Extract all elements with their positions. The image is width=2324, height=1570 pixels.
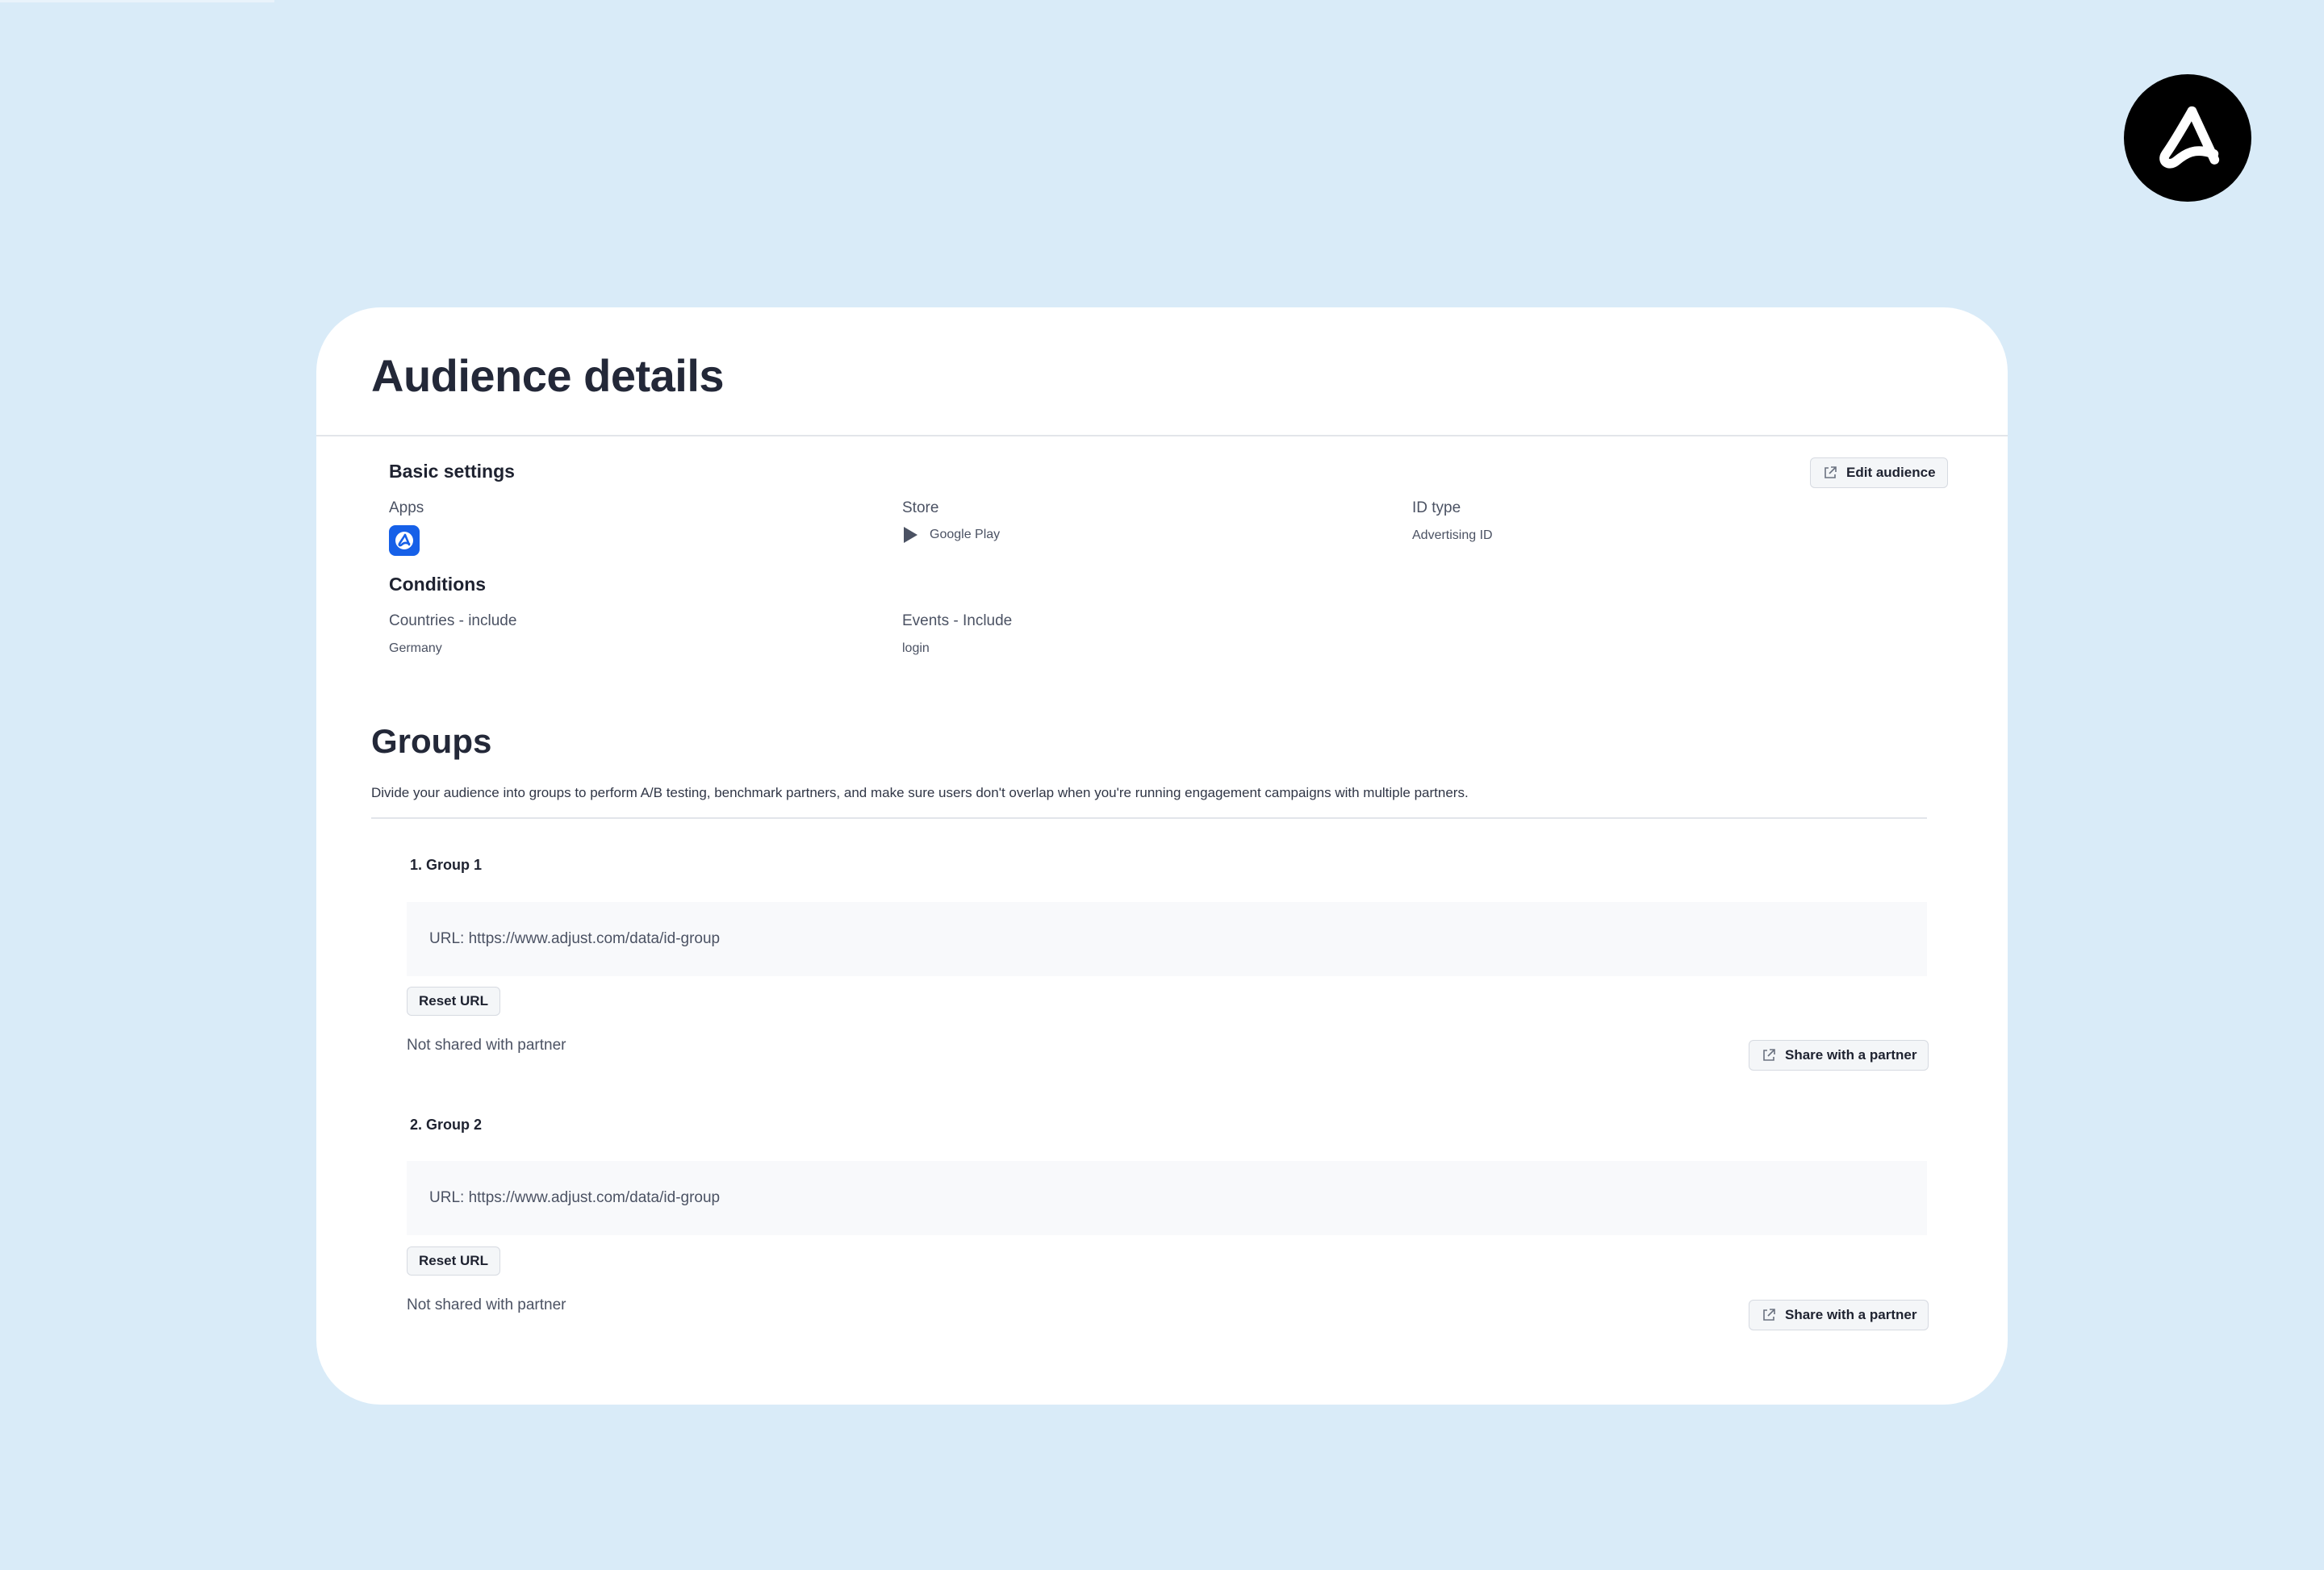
countries-include-value: Germany — [389, 641, 442, 655]
apps-label: Apps — [389, 499, 424, 516]
edit-audience-button[interactable]: Edit audience — [1810, 457, 1948, 488]
store-value-text: Google Play — [930, 528, 1001, 541]
group-1-share-button[interactable]: Share with a partner — [1749, 1040, 1929, 1071]
id-type-label: ID type — [1412, 499, 1461, 516]
header-divider — [316, 435, 2008, 436]
external-link-icon — [1761, 1307, 1777, 1323]
groups-title: Groups — [371, 722, 492, 760]
groups-divider — [371, 817, 1927, 819]
events-include-value: login — [902, 641, 930, 655]
app-icon[interactable] — [389, 525, 420, 556]
group-2-share-status: Not shared with partner — [407, 1297, 566, 1313]
audience-details-card: Audience details Basic settings Edit aud… — [316, 307, 2008, 1405]
group-1-url-box: URL: https://www.adjust.com/data/id-grou… — [407, 902, 1927, 976]
share-with-partner-label: Share with a partner — [1785, 1047, 1917, 1063]
store-label: Store — [902, 499, 939, 516]
group-2-url-box: URL: https://www.adjust.com/data/id-grou… — [407, 1161, 1927, 1235]
edit-audience-label: Edit audience — [1846, 465, 1936, 480]
page-title: Audience details — [371, 350, 725, 401]
external-link-icon — [1822, 465, 1838, 481]
store-value: Google Play — [902, 526, 1000, 544]
adjust-logo-icon — [2124, 74, 2251, 202]
group-1-share-status: Not shared with partner — [407, 1037, 566, 1054]
group-2-reset-url-button[interactable]: Reset URL — [407, 1246, 500, 1276]
id-type-value: Advertising ID — [1412, 528, 1493, 542]
group-1-title: 1. Group 1 — [410, 857, 483, 873]
group-2-share-button[interactable]: Share with a partner — [1749, 1300, 1929, 1330]
group-2-title: 2. Group 2 — [410, 1117, 483, 1133]
group-1-reset-url-button[interactable]: Reset URL — [407, 987, 500, 1016]
conditions-title: Conditions — [389, 574, 487, 595]
group-1-url-text: URL: https://www.adjust.com/data/id-grou… — [429, 930, 721, 947]
groups-description: Divide your audience into groups to perf… — [371, 785, 1469, 800]
events-include-label: Events - Include — [902, 612, 1013, 629]
reset-url-label: Reset URL — [419, 993, 488, 1008]
reset-url-label: Reset URL — [419, 1253, 488, 1268]
basic-settings-title: Basic settings — [389, 461, 515, 482]
countries-include-label: Countries - include — [389, 612, 517, 629]
external-link-icon — [1761, 1047, 1777, 1063]
group-2-url-text: URL: https://www.adjust.com/data/id-grou… — [429, 1189, 721, 1206]
share-with-partner-label: Share with a partner — [1785, 1307, 1917, 1322]
google-play-icon — [902, 526, 918, 544]
top-strip — [0, 0, 274, 2]
